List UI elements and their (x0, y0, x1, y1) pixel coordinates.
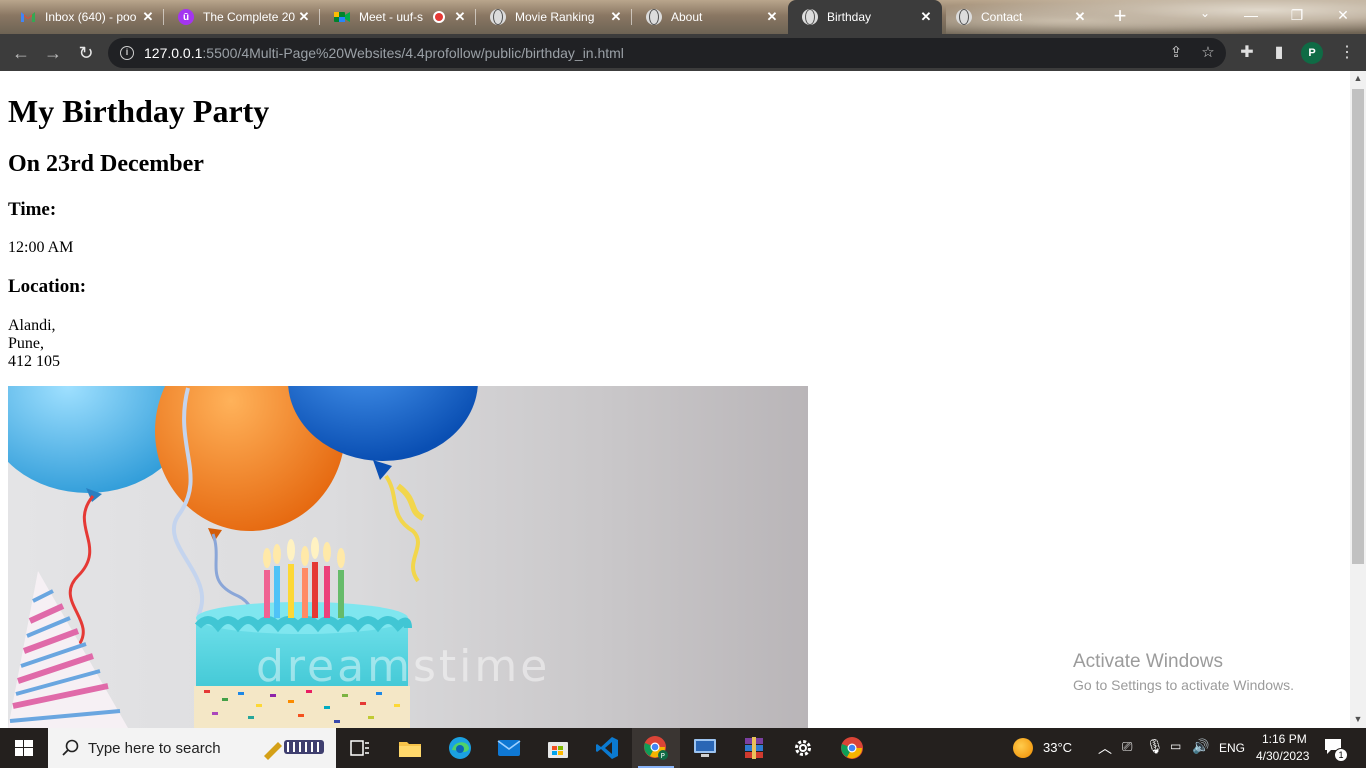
mail-icon[interactable] (485, 728, 533, 768)
meet-now-camera-icon[interactable]: ⎚ (1122, 739, 1132, 755)
new-tab-button[interactable]: + (1108, 4, 1132, 28)
browser-toolbar: ← → ↻ i 127.0.0.1:5500/4Multi-Page%20Web… (0, 34, 1366, 71)
chrome-icon[interactable] (828, 728, 876, 768)
scroll-up-arrow-icon[interactable]: ▲ (1353, 73, 1363, 83)
profile-avatar[interactable]: P (1301, 42, 1323, 64)
clock-time[interactable]: 1:16 PM (1262, 732, 1307, 746)
extensions-puzzle-icon[interactable]: ✚ (1236, 42, 1258, 64)
tab-strip: Inbox (640) - poo ✕ ū The Complete 20 ✕ … (0, 0, 1366, 34)
recording-icon (433, 11, 445, 23)
close-tab-icon[interactable]: ✕ (918, 9, 934, 25)
speaker-volume-icon[interactable]: 🔊 (1192, 738, 1209, 755)
tab-meet[interactable]: Meet - uuf-sh ✕ (320, 0, 476, 34)
url-host: 127.0.0.1 (144, 45, 203, 61)
globe-icon (802, 9, 818, 25)
tab-title: Meet - uuf-sh (359, 10, 423, 24)
reload-icon[interactable]: ↻ (73, 40, 99, 66)
location-label: Location: (8, 276, 87, 297)
clock-date[interactable]: 4/30/2023 (1256, 749, 1309, 763)
tab-title: Inbox (640) - poo (45, 10, 137, 24)
notification-badge: 1 (1334, 748, 1348, 762)
restore-button[interactable]: ❐ (1274, 0, 1320, 32)
tab-contact[interactable]: Contact ✕ (942, 0, 1096, 34)
activate-subtitle: Go to Settings to activate Windows. (1073, 677, 1294, 693)
task-view-icon[interactable] (336, 728, 384, 768)
udemy-icon: ū (178, 9, 194, 25)
microsoft-store-icon[interactable] (534, 728, 582, 768)
url-path: :5500/4Multi-Page%20Websites/4.4profollo… (202, 45, 624, 61)
minimize-button[interactable]: — (1228, 0, 1274, 32)
tab-movie-ranking[interactable]: Movie Ranking ✕ (476, 0, 632, 34)
forward-arrow-icon[interactable]: → (40, 40, 66, 66)
start-button[interactable] (0, 728, 48, 768)
site-info-icon[interactable]: i (120, 46, 134, 60)
tab-title: Contact (981, 10, 1023, 24)
tab-title: Movie Ranking (515, 10, 595, 24)
tab-birthday[interactable]: Birthday ✕ (788, 0, 942, 34)
input-language[interactable]: ENG (1219, 741, 1245, 755)
menu-kebab-icon[interactable]: ⋮ (1336, 42, 1358, 64)
side-panel-icon[interactable]: ▮ (1268, 42, 1290, 64)
share-icon[interactable]: ⇪ (1166, 43, 1186, 63)
globe-icon (490, 9, 506, 25)
battery-icon[interactable]: ▭ (1170, 739, 1181, 753)
bookmark-star-icon[interactable]: ☆ (1198, 43, 1218, 63)
taskbar-search-box[interactable]: Type here to search (48, 728, 336, 768)
edge-browser-icon[interactable] (436, 728, 484, 768)
page-scrollbar[interactable]: ▲ ▼ (1350, 71, 1366, 728)
close-tab-icon[interactable]: ✕ (1072, 9, 1088, 25)
settings-gear-icon[interactable] (779, 728, 827, 768)
vscode-icon[interactable] (583, 728, 631, 768)
weather-sun-icon[interactable] (1013, 738, 1033, 758)
scroll-thumb[interactable] (1352, 89, 1364, 564)
weather-temperature[interactable]: 33°C (1043, 740, 1072, 755)
file-explorer-icon[interactable] (386, 728, 434, 768)
tab-title: The Complete 20 (203, 10, 296, 24)
winrar-icon[interactable] (730, 728, 778, 768)
windows-logo-icon (15, 740, 33, 756)
tab-about[interactable]: About ✕ (632, 0, 788, 34)
globe-icon (646, 9, 662, 25)
tab-inbox[interactable]: Inbox (640) - poo ✕ (6, 0, 164, 34)
close-tab-icon[interactable]: ✕ (764, 9, 780, 25)
tab-complete-course[interactable]: ū The Complete 20 ✕ (164, 0, 320, 34)
close-tab-icon[interactable]: ✕ (296, 9, 312, 25)
close-tab-icon[interactable]: ✕ (140, 9, 156, 25)
image-watermark: dreamstime (256, 641, 551, 692)
globe-icon (956, 9, 972, 25)
window-close-button[interactable]: ✕ (1320, 0, 1366, 32)
page-viewport: My Birthday Party On 23rd December Time:… (0, 71, 1350, 728)
page-title: My Birthday Party (8, 93, 270, 129)
chrome-profile-icon[interactable]: P (632, 728, 680, 768)
tab-title: Birthday (827, 10, 872, 24)
address-bar[interactable]: i 127.0.0.1:5500/4Multi-Page%20Websites/… (108, 38, 1226, 68)
svg-text:P: P (661, 752, 665, 760)
search-icon (62, 739, 80, 757)
back-arrow-icon[interactable]: ← (8, 40, 34, 66)
tab-title: About (671, 10, 703, 24)
search-placeholder: Type here to search (88, 739, 221, 757)
meet-icon (334, 9, 350, 25)
show-hidden-icons-chevron-icon[interactable]: ︿ (1098, 738, 1112, 758)
location-line: Pune, (8, 335, 44, 352)
close-tab-icon[interactable]: ✕ (608, 9, 624, 25)
microphone-icon[interactable]: 🎙 (1146, 738, 1164, 755)
location-line: 412 105 (8, 353, 60, 370)
gmail-icon (20, 9, 36, 25)
time-label: Time: (8, 199, 57, 220)
activate-windows-watermark: Activate Windows Go to Settings to activ… (1073, 651, 1294, 693)
close-tab-icon[interactable]: ✕ (452, 9, 468, 25)
time-value: 12:00 AM (8, 239, 74, 256)
birthday-cake-image: dreamstime (8, 386, 808, 728)
search-highlight-icon (260, 734, 330, 762)
tab-search-chevron-icon[interactable]: ⌄ (1196, 6, 1214, 24)
windows-taskbar: Type here to search P 33°C ︿ ⎚ 🎙 ▭ 🔊 ENG… (0, 728, 1366, 768)
activate-title: Activate Windows (1073, 651, 1223, 672)
party-date: On 23rd December (8, 151, 204, 177)
remote-desktop-icon[interactable] (681, 728, 729, 768)
location-line: Alandi, (8, 317, 56, 334)
scroll-down-arrow-icon[interactable]: ▼ (1353, 714, 1363, 724)
